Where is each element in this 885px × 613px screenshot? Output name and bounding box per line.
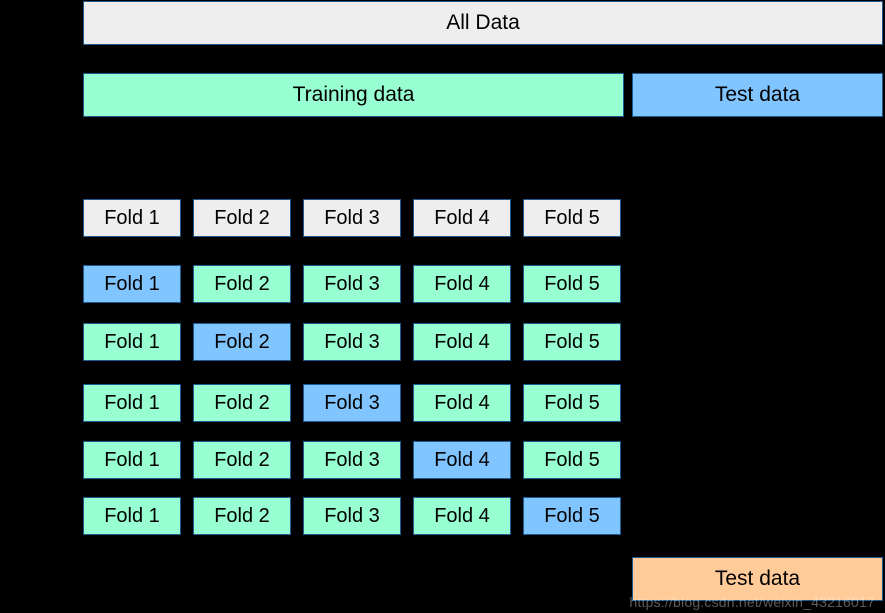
fold-cell-train: Fold 5 [523,384,621,422]
fold-header-cell: Fold 2 [193,199,291,237]
split-row-5: Fold 1 Fold 2 Fold 3 Fold 4 Fold 5 [83,497,621,535]
fold-cell-train: Fold 2 [193,265,291,303]
fold-cell-train: Fold 3 [303,265,401,303]
fold-cell-train: Fold 3 [303,497,401,535]
fold-cell-train: Fold 4 [413,323,511,361]
fold-cell-train: Fold 1 [83,441,181,479]
fold-cell-train: Fold 5 [523,265,621,303]
fold-cell-train: Fold 5 [523,441,621,479]
fold-cell-validation: Fold 2 [193,323,291,361]
all-data-box: All Data [83,1,883,45]
fold-cell-validation: Fold 5 [523,497,621,535]
fold-cell-train: Fold 2 [193,441,291,479]
fold-header-cell: Fold 5 [523,199,621,237]
fold-cell-train: Fold 4 [413,497,511,535]
split-row-4: Fold 1 Fold 2 Fold 3 Fold 4 Fold 5 [83,441,621,479]
fold-cell-train: Fold 1 [83,384,181,422]
fold-cell-train: Fold 1 [83,323,181,361]
fold-cell-train: Fold 5 [523,323,621,361]
split-row-3: Fold 1 Fold 2 Fold 3 Fold 4 Fold 5 [83,384,621,422]
fold-header-cell: Fold 4 [413,199,511,237]
fold-cell-train: Fold 1 [83,497,181,535]
watermark-text: https://blog.csdn.net/weixin_43216017 [629,594,875,610]
fold-cell-validation: Fold 3 [303,384,401,422]
fold-cell-train: Fold 2 [193,497,291,535]
fold-header-row: Fold 1 Fold 2 Fold 3 Fold 4 Fold 5 [83,199,621,237]
split-row-1: Fold 1 Fold 2 Fold 3 Fold 4 Fold 5 [83,265,621,303]
training-data-box: Training data [83,73,624,117]
fold-cell-validation: Fold 4 [413,441,511,479]
fold-cell-train: Fold 4 [413,265,511,303]
fold-cell-train: Fold 3 [303,323,401,361]
fold-cell-validation: Fold 1 [83,265,181,303]
fold-header-cell: Fold 3 [303,199,401,237]
fold-header-cell: Fold 1 [83,199,181,237]
split-row-2: Fold 1 Fold 2 Fold 3 Fold 4 Fold 5 [83,323,621,361]
fold-cell-train: Fold 2 [193,384,291,422]
fold-cell-train: Fold 3 [303,441,401,479]
test-data-box-top: Test data [632,73,883,117]
fold-cell-train: Fold 4 [413,384,511,422]
